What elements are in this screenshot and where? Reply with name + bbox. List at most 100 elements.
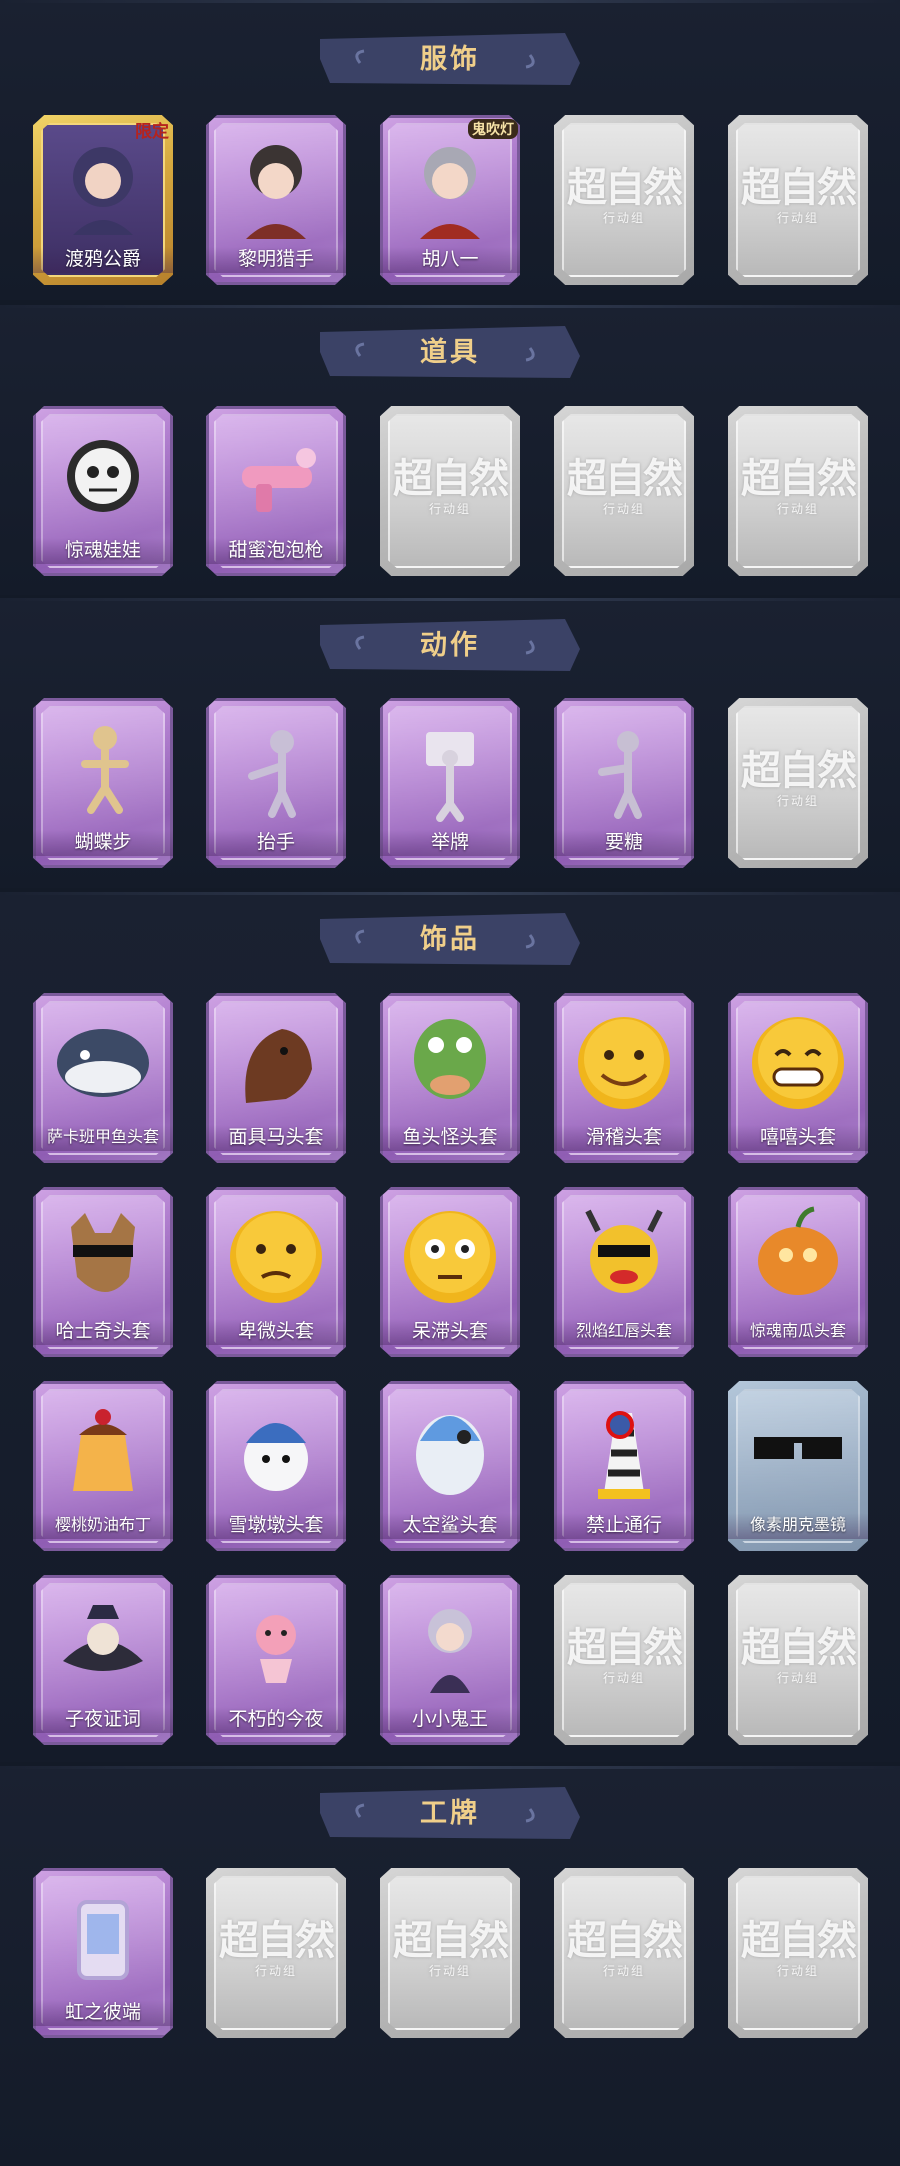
- item-label: 子夜证词: [33, 1707, 173, 1733]
- husky-head-icon: [33, 1187, 173, 1327]
- midnight-testimony-icon: [33, 1575, 173, 1715]
- locked-placeholder-icon: 超自然 行动组: [728, 155, 868, 226]
- locked-item-card[interactable]: 超自然 行动组: [554, 1868, 694, 2038]
- locked-placeholder-icon: 超自然 行动组: [206, 1908, 346, 1979]
- item-card[interactable]: 惊魂娃娃: [33, 406, 173, 576]
- item-card[interactable]: 限定 渡鸦公爵: [33, 115, 173, 285]
- item-label: 雪墩墩头套: [206, 1513, 346, 1539]
- item-card[interactable]: 蝴蝶步: [33, 698, 173, 868]
- portrait-hunter-icon: [206, 115, 346, 255]
- locked-placeholder-icon: 超自然 行动组: [380, 446, 520, 517]
- item-label: 小小鬼王: [380, 1707, 520, 1733]
- locked-item-card[interactable]: 超自然 行动组: [554, 115, 694, 285]
- locked-item-card[interactable]: 超自然 行动组: [728, 1575, 868, 1745]
- section-title: 道具: [420, 337, 480, 367]
- humble-face-icon: [206, 1187, 346, 1327]
- item-badge: 鬼吹灯: [468, 119, 518, 139]
- item-card[interactable]: 萨卡班甲鱼头套: [33, 993, 173, 1163]
- locked-placeholder-icon: 超自然 行动组: [728, 1615, 868, 1686]
- locked-logo-subtext: 行动组: [602, 211, 645, 225]
- locked-item-card[interactable]: 超自然 行动组: [728, 698, 868, 868]
- item-card[interactable]: 卑微头套: [206, 1187, 346, 1357]
- raise-hand-icon: [206, 698, 346, 838]
- item-card[interactable]: 哈士奇头套: [33, 1187, 173, 1357]
- locked-placeholder-icon: 超自然 行动组: [554, 446, 694, 517]
- locked-item-card[interactable]: 超自然 行动组: [728, 406, 868, 576]
- section-title: 动作: [420, 630, 480, 660]
- item-label: 像素朋克墨镜: [728, 1513, 868, 1539]
- locked-item-card[interactable]: 超自然 行动组: [554, 406, 694, 576]
- immortal-tonight-icon: [206, 1575, 346, 1715]
- locked-logo-text: 超自然: [741, 166, 857, 210]
- item-card[interactable]: 雪墩墩头套: [206, 1381, 346, 1551]
- locked-logo-subtext: 行动组: [254, 1964, 297, 1978]
- locked-item-card[interactable]: 超自然 行动组: [380, 1868, 520, 2038]
- item-card[interactable]: 抬手: [206, 698, 346, 868]
- item-card[interactable]: 甜蜜泡泡枪: [206, 406, 346, 576]
- item-label: 烈焰红唇头套: [554, 1319, 694, 1345]
- locked-logo-text: 超自然: [567, 1626, 683, 1670]
- item-card[interactable]: 嘻嘻头套: [728, 993, 868, 1163]
- item-card[interactable]: 不朽的今夜: [206, 1575, 346, 1745]
- item-card[interactable]: 像素朋克墨镜: [728, 1381, 868, 1551]
- locked-logo-subtext: 行动组: [602, 1964, 645, 1978]
- item-label: 不朽的今夜: [206, 1707, 346, 1733]
- locked-item-card[interactable]: 超自然 行动组: [206, 1868, 346, 2038]
- locked-logo-text: 超自然: [741, 1919, 857, 1963]
- item-card[interactable]: 烈焰红唇头套: [554, 1187, 694, 1357]
- item-badge: 限定: [135, 122, 169, 141]
- locked-placeholder-icon: 超自然 行动组: [728, 1908, 868, 1979]
- bubble-gun-icon: [206, 406, 346, 546]
- locked-logo-text: 超自然: [393, 457, 509, 501]
- item-label: 哈士奇头套: [33, 1319, 173, 1345]
- locked-logo-subtext: 行动组: [776, 794, 819, 808]
- locked-logo-subtext: 行动组: [602, 502, 645, 516]
- locked-placeholder-icon: 超自然 行动组: [728, 738, 868, 809]
- locked-item-card[interactable]: 超自然 行动组: [728, 1868, 868, 2038]
- rainbow-badge-icon: [33, 1868, 173, 2008]
- item-label: 萨卡班甲鱼头套: [33, 1125, 173, 1151]
- item-card[interactable]: 樱桃奶油布丁: [33, 1381, 173, 1551]
- item-card[interactable]: 滑稽头套: [554, 993, 694, 1163]
- item-card[interactable]: 惊魂南瓜头套: [728, 1187, 868, 1357]
- locked-logo-subtext: 行动组: [602, 1671, 645, 1685]
- item-card[interactable]: 黎明猎手: [206, 115, 346, 285]
- locked-logo-text: 超自然: [393, 1919, 509, 1963]
- item-label: 禁止通行: [554, 1513, 694, 1539]
- item-label: 胡八一: [380, 247, 520, 273]
- locked-item-card[interactable]: 超自然 行动组: [380, 406, 520, 576]
- locked-logo-text: 超自然: [741, 457, 857, 501]
- green-fish-head-icon: [380, 993, 520, 1133]
- item-card[interactable]: 子夜证词: [33, 1575, 173, 1745]
- item-card[interactable]: 小小鬼王: [380, 1575, 520, 1745]
- item-label: 呆滞头套: [380, 1319, 520, 1345]
- item-card[interactable]: 太空鲨头套: [380, 1381, 520, 1551]
- little-ghost-king-icon: [380, 1575, 520, 1715]
- locked-logo-subtext: 行动组: [776, 1964, 819, 1978]
- red-lips-head-icon: [554, 1187, 694, 1327]
- item-card[interactable]: 鬼吹灯胡八一: [380, 115, 520, 285]
- locked-logo-text: 超自然: [219, 1919, 335, 1963]
- item-card[interactable]: 虹之彼端: [33, 1868, 173, 2038]
- item-card[interactable]: 面具马头套: [206, 993, 346, 1163]
- locked-logo-text: 超自然: [741, 1626, 857, 1670]
- hold-sign-icon: [380, 698, 520, 838]
- item-card[interactable]: 要糖: [554, 698, 694, 868]
- item-label: 虹之彼端: [33, 2000, 173, 2026]
- section-title-ribbon: 动作: [320, 619, 580, 671]
- item-card[interactable]: 举牌: [380, 698, 520, 868]
- locked-item-card[interactable]: 超自然 行动组: [554, 1575, 694, 1745]
- item-label: 鱼头怪头套: [380, 1125, 520, 1151]
- locked-logo-text: 超自然: [567, 1919, 683, 1963]
- item-card[interactable]: 鱼头怪头套: [380, 993, 520, 1163]
- locked-logo-text: 超自然: [567, 166, 683, 210]
- item-card[interactable]: 禁止通行: [554, 1381, 694, 1551]
- locked-item-card[interactable]: 超自然 行动组: [728, 115, 868, 285]
- item-label: 举牌: [380, 830, 520, 856]
- grin-face-icon: [728, 993, 868, 1133]
- locked-logo-subtext: 行动组: [776, 1671, 819, 1685]
- item-label: 要糖: [554, 830, 694, 856]
- locked-placeholder-icon: 超自然 行动组: [554, 155, 694, 226]
- butterfly-step-icon: [33, 698, 173, 838]
- item-card[interactable]: 呆滞头套: [380, 1187, 520, 1357]
